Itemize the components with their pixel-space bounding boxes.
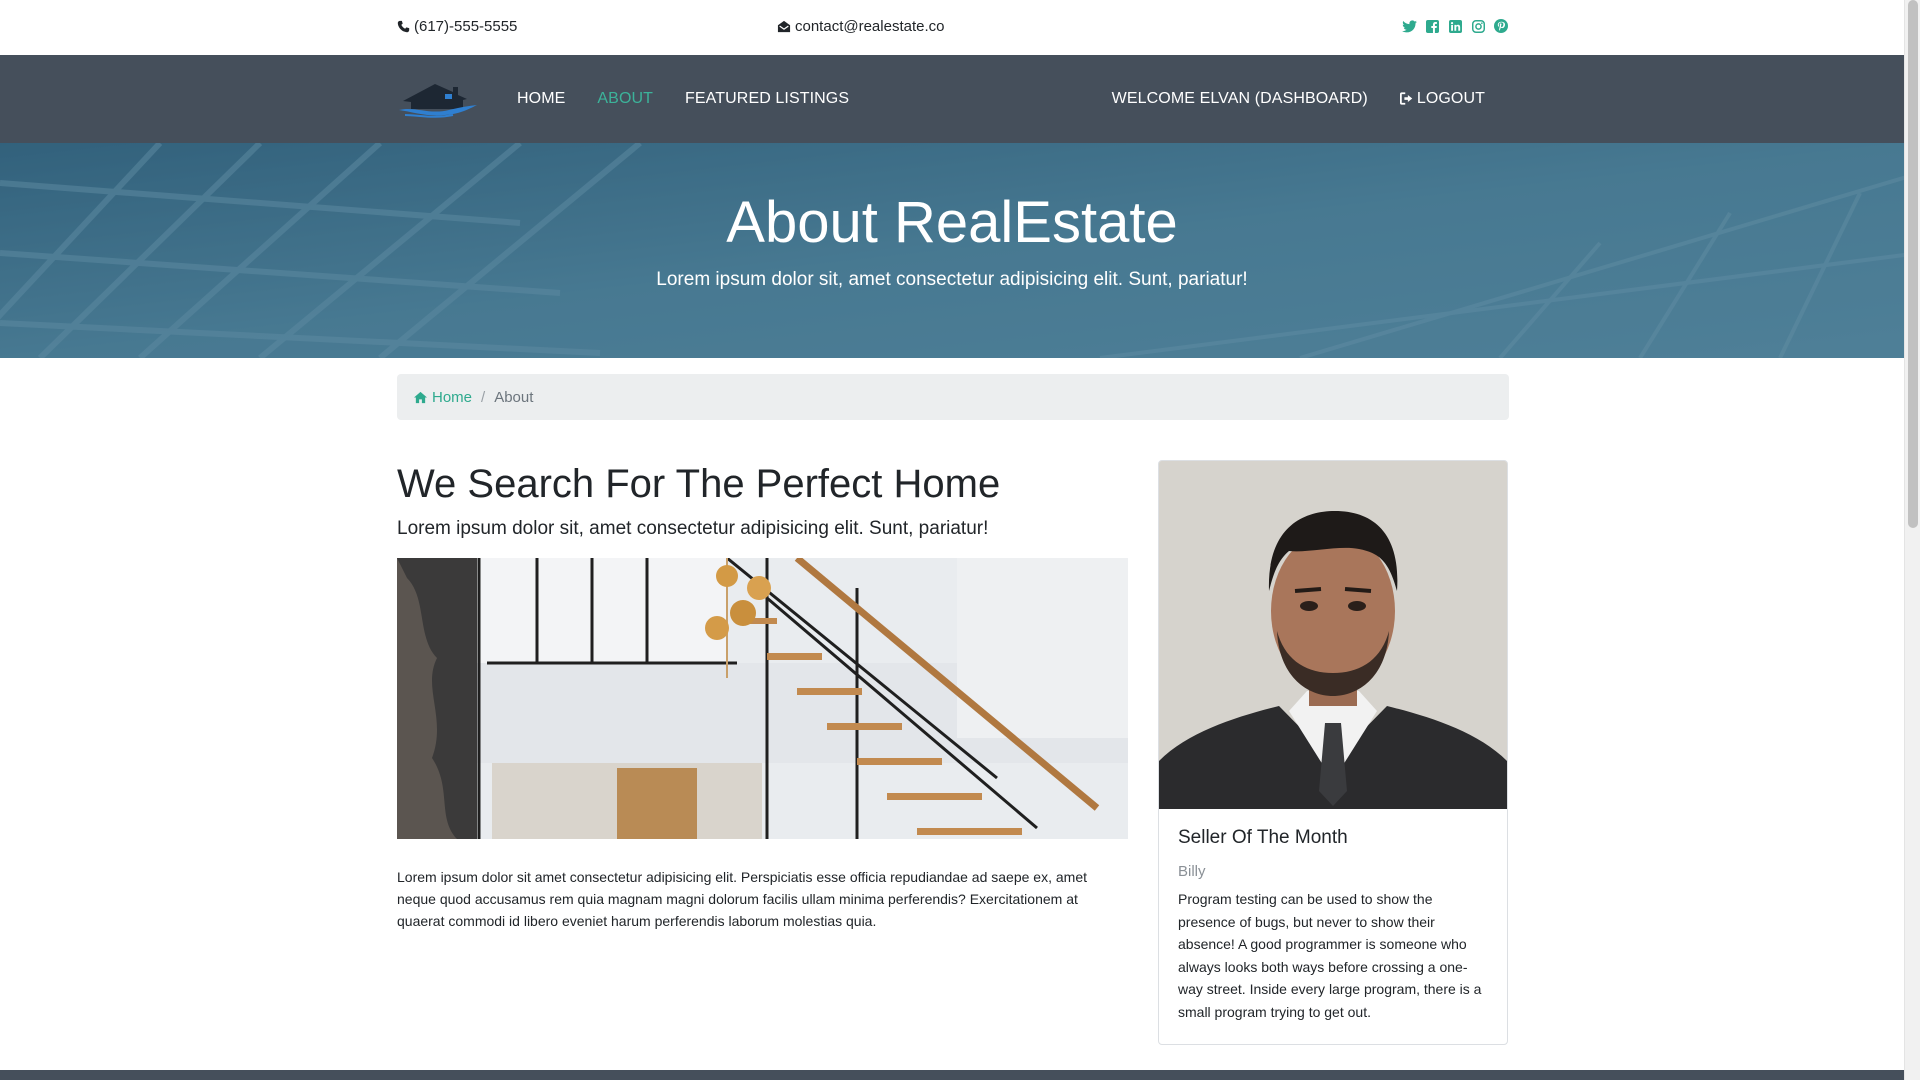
about-heading: We Search For The Perfect Home [397,462,1001,506]
nav-featured-listings[interactable]: FEATURED LISTINGS [669,90,865,108]
nav-logout[interactable]: LOGOUT [1384,90,1509,108]
seller-card: Seller Of The Month Billy Program testin… [1158,460,1508,1045]
house-logo-icon [399,84,477,118]
breadcrumb-home-label: Home [432,388,473,406]
breadcrumb-separator: / [481,388,486,406]
phone-number: (617)-555-5555 [414,18,518,35]
seller-bio: Program testing can be used to show the … [1178,891,1482,1020]
email-contact: contact@realestate.co [777,18,944,35]
facebook-icon[interactable] [1424,18,1440,34]
about-lead: Lorem ipsum dolor sit, amet consectetur … [397,518,989,539]
phone-icon [397,20,410,33]
about-content: We Search For The Perfect Home Lorem ips… [397,460,1509,1045]
page-scrollbar[interactable] [1904,0,1920,1080]
about-body-text: Lorem ipsum dolor sit amet consectetur a… [397,869,1087,929]
site-logo[interactable] [397,79,477,119]
about-main-column: We Search For The Perfect Home Lorem ips… [397,460,1128,1045]
sign-out-icon [1399,92,1413,105]
showcase-banner: About RealEstate Lorem ipsum dolor sit, … [0,143,1920,358]
logout-label: LOGOUT [1416,90,1485,107]
phone-contact: (617)-555-5555 [397,18,517,35]
seller-portrait [1159,461,1507,809]
nav-home[interactable]: HOME [501,90,581,108]
showcase-subtitle: Lorem ipsum dolor sit, amet consectetur … [656,268,1248,290]
home-icon [414,391,427,403]
nav-about[interactable]: ABOUT [581,90,669,108]
showcase-text: About RealEstate Lorem ipsum dolor sit, … [0,191,1904,291]
nav-user: WELCOME ELVAN (DASHBOARD) LOGOUT [1096,90,1509,108]
main-navbar: HOME ABOUT FEATURED LISTINGS WELCOME ELV… [0,55,1920,143]
instagram-icon[interactable] [1470,18,1486,34]
email-address[interactable]: contact@realestate.co [795,18,944,35]
scrollbar-thumb[interactable] [1908,0,1918,528]
social-links [1401,18,1509,34]
nav-dashboard[interactable]: WELCOME ELVAN (DASHBOARD) [1096,90,1384,108]
linkedin-icon[interactable] [1447,18,1463,34]
breadcrumb-home[interactable]: Home [413,389,472,406]
showcase-title: About RealEstate [726,190,1178,255]
twitter-icon[interactable] [1401,18,1417,34]
breadcrumb: Home / About [397,374,1509,420]
staircase-photo [397,558,1128,839]
topbar: (617)-555-5555 contact@realestate.co [0,0,1920,55]
footer-strip [0,1070,1904,1080]
pinterest-icon[interactable] [1493,18,1509,34]
seller-name: Billy [1178,863,1206,880]
seller-card-body: Seller Of The Month Billy Program testin… [1159,809,1507,1043]
envelope-open-icon [777,20,791,33]
breadcrumb-current: About [494,388,534,406]
seller-card-title: Seller Of The Month [1178,827,1348,848]
nav-links: HOME ABOUT FEATURED LISTINGS [501,90,865,108]
